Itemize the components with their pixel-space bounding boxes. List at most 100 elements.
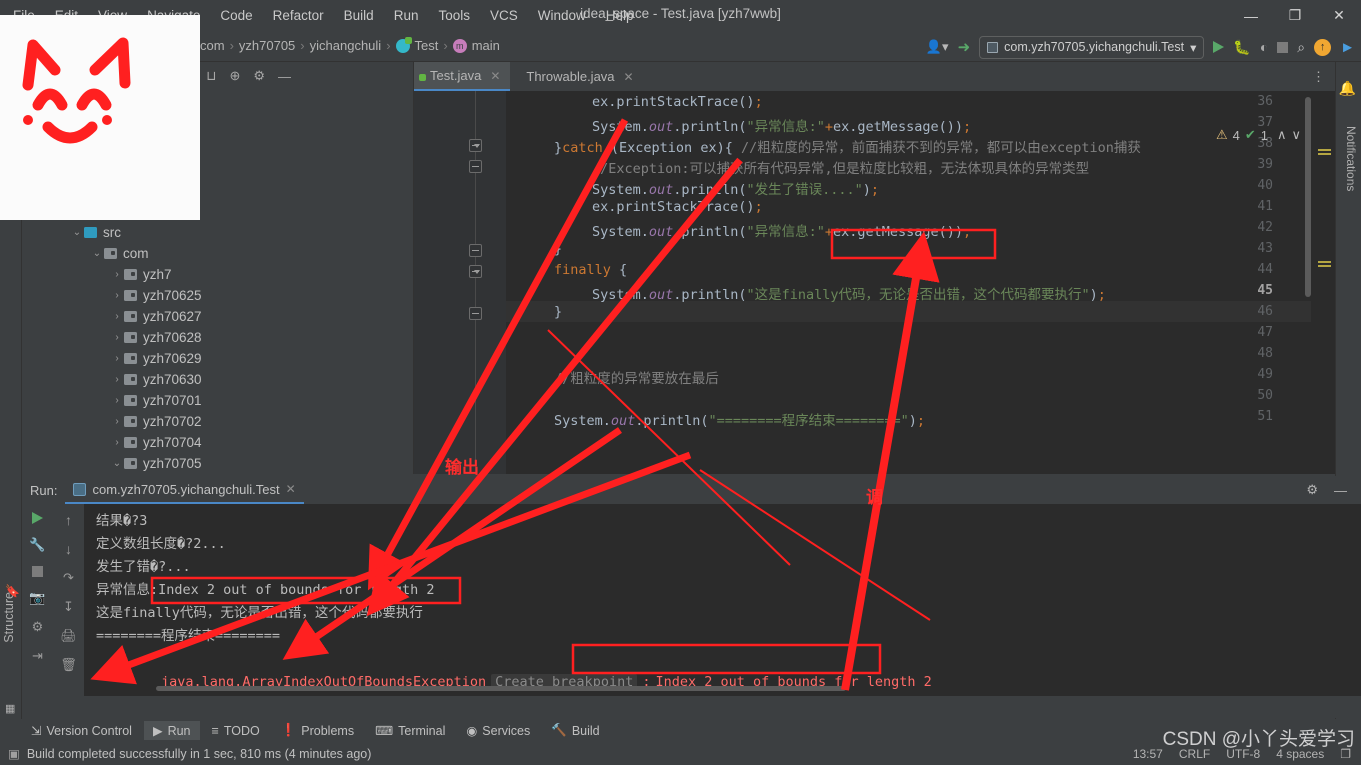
hide-icon[interactable]: — bbox=[278, 69, 291, 84]
debug-icon[interactable]: 🐛 bbox=[1233, 39, 1250, 56]
run-toolbar[interactable]: 👤▾ ➜ com.yzh70705.yichangchuli.Test ▾ 🐛 … bbox=[926, 35, 1355, 59]
up-icon[interactable]: ↑ bbox=[65, 512, 72, 528]
chevron-right-icon[interactable]: › bbox=[110, 332, 124, 343]
thread-dump-icon[interactable]: ⚙ bbox=[32, 619, 44, 635]
error-stripe-mark[interactable] bbox=[1318, 153, 1331, 155]
tool-tab-todo[interactable]: ≡ TODO bbox=[203, 722, 269, 740]
chevron-right-icon[interactable]: › bbox=[110, 416, 124, 427]
next-problem-icon[interactable]: ∨ bbox=[1291, 127, 1301, 143]
console-hscrollbar[interactable] bbox=[156, 686, 846, 691]
update-icon[interactable]: ↑ bbox=[1314, 38, 1332, 56]
code-line-43[interactable]: } bbox=[554, 241, 562, 257]
run-actions-column[interactable]: 🔧 📷 ⚙ ⇥ bbox=[22, 504, 53, 718]
stop-icon[interactable] bbox=[32, 566, 43, 577]
profile-icon[interactable]: ► bbox=[1340, 39, 1355, 56]
code-line-38[interactable]: }catch (Exception ex){ //粗粒度的异常，前面捕获不到的异… bbox=[554, 136, 1141, 156]
chevron-right-icon[interactable]: › bbox=[110, 353, 124, 364]
chevron-right-icon[interactable]: › bbox=[110, 311, 124, 322]
breadcrumb-com[interactable]: com bbox=[200, 38, 225, 53]
tree-item-yzh70630[interactable]: › yzh70630 bbox=[22, 369, 413, 390]
menu-item-run[interactable]: Run bbox=[391, 7, 422, 24]
tree-item-yzh70627[interactable]: › yzh70627 bbox=[22, 306, 413, 327]
project-tree[interactable]: ⌄ src ⌄ com › yzh7 › yzh70625 › yzh70627… bbox=[22, 222, 413, 474]
editor-tab-bar[interactable]: Test.java ✕ Throwable.java ✕ ⋮ bbox=[414, 62, 1335, 91]
run-configuration-selector[interactable]: com.yzh70705.yichangchuli.Test ▾ bbox=[979, 35, 1205, 59]
right-tab-notifications[interactable]: Notifications bbox=[1344, 126, 1358, 191]
chevron-right-icon[interactable]: › bbox=[110, 374, 124, 385]
code-line-41[interactable]: ex.printStackTrace(); bbox=[592, 199, 763, 215]
collapse-all-icon[interactable]: ⊕ bbox=[229, 68, 240, 84]
tree-item-yzh70704[interactable]: › yzh70704 bbox=[22, 432, 413, 453]
chevron-right-icon[interactable]: › bbox=[110, 269, 124, 280]
tool-tab-build[interactable]: 🔨 Build bbox=[542, 721, 608, 740]
project-toolbar[interactable]: ⦻ ⊔ ⊕ ⚙ — bbox=[185, 68, 291, 84]
menu-item-tools[interactable]: Tools bbox=[435, 7, 473, 24]
window-controls[interactable]: — ❐ ✕ bbox=[1229, 0, 1361, 31]
tree-item-yzh7[interactable]: › yzh7 bbox=[22, 264, 413, 285]
screenshot-icon[interactable]: 📷 bbox=[29, 590, 45, 606]
fold-marker[interactable] bbox=[469, 139, 482, 152]
tool-tab-terminal[interactable]: ⌨ Terminal bbox=[366, 721, 454, 740]
menu-item-code[interactable]: Code bbox=[217, 7, 255, 24]
maximize-button[interactable]: ❐ bbox=[1273, 0, 1317, 31]
tree-item-src[interactable]: ⌄ src bbox=[22, 222, 413, 243]
gear-icon[interactable]: ⚙ bbox=[1306, 482, 1318, 498]
minimize-button[interactable]: — bbox=[1229, 0, 1273, 31]
editor-gutter[interactable] bbox=[414, 91, 506, 474]
editor-scrollbar[interactable] bbox=[1305, 97, 1311, 297]
tree-item-yzh70702[interactable]: › yzh70702 bbox=[22, 411, 413, 432]
user-icon[interactable]: 👤▾ bbox=[926, 39, 949, 55]
inspection-widget[interactable]: ⚠ 4 ✔ 1 ∧ ∨ bbox=[1216, 127, 1301, 143]
close-icon[interactable]: ✕ bbox=[490, 69, 500, 83]
search-icon[interactable]: ⌕ bbox=[1297, 39, 1305, 56]
vcs-update-icon[interactable]: ➜ bbox=[958, 38, 971, 56]
menu-item-refactor[interactable]: Refactor bbox=[270, 7, 327, 24]
editor-tabs-more-button[interactable]: ⋮ bbox=[1312, 62, 1335, 91]
minimize-icon[interactable]: — bbox=[1334, 483, 1347, 498]
tool-tab-problems[interactable]: ❗ Problems bbox=[272, 721, 363, 740]
chevron-down-icon[interactable]: ⌄ bbox=[110, 458, 124, 469]
breadcrumb-yzh70705[interactable]: yzh70705 bbox=[239, 38, 295, 53]
prev-problem-icon[interactable]: ∧ bbox=[1277, 127, 1287, 143]
chevron-right-icon[interactable]: › bbox=[110, 437, 124, 448]
tool-tab-run[interactable]: ▶ Run bbox=[143, 721, 200, 740]
bell-icon[interactable]: 🔔 bbox=[1339, 80, 1356, 97]
breadcrumb-test[interactable]: Test bbox=[415, 38, 439, 53]
close-icon[interactable]: ✕ bbox=[624, 70, 634, 84]
close-button[interactable]: ✕ bbox=[1317, 0, 1361, 31]
code-line-44[interactable]: finally { bbox=[554, 262, 627, 278]
chevron-down-icon[interactable]: ⌄ bbox=[90, 248, 104, 259]
fold-marker[interactable] bbox=[469, 265, 482, 278]
run-console-toolbar[interactable]: 🔧 📷 ⚙ ⇥ ↑ ↓ ↷ ↧ 🖨 🗑 bbox=[22, 504, 84, 718]
tree-item-com[interactable]: ⌄ com bbox=[22, 243, 413, 264]
code-line-50[interactable]: System.out.println("========程序结束========… bbox=[554, 409, 925, 429]
run-icon[interactable] bbox=[1213, 41, 1225, 53]
run-tab[interactable]: com.yzh70705.yichangchuli.Test ✕ bbox=[65, 476, 304, 504]
rerun-icon[interactable] bbox=[32, 512, 43, 524]
console-exception-line[interactable]: java.lang.ArrayIndexOutOfBoundsException… bbox=[96, 648, 1361, 690]
tree-item-yzh70628[interactable]: › yzh70628 bbox=[22, 327, 413, 348]
tree-item-yzh70625[interactable]: › yzh70625 bbox=[22, 285, 413, 306]
breadcrumb-main[interactable]: main bbox=[472, 38, 500, 53]
code-line-46[interactable]: } bbox=[554, 304, 562, 320]
console-output[interactable]: 结果�?3 定义数组长度�?2... 发生了错�?... 异常信息:Index … bbox=[84, 504, 1361, 696]
fold-marker[interactable] bbox=[469, 244, 482, 257]
soft-wrap-icon[interactable]: ↷ bbox=[63, 570, 74, 586]
restore-layout-icon[interactable]: ⇥ bbox=[32, 648, 43, 664]
code-line-37[interactable]: System.out.println("异常信息:"+ex.getMessage… bbox=[592, 115, 971, 135]
down-icon[interactable]: ↓ bbox=[65, 541, 72, 557]
run-window-actions[interactable]: ⚙ — bbox=[1306, 482, 1361, 498]
menu-item-build[interactable]: Build bbox=[341, 7, 377, 24]
tree-item-yzh70629[interactable]: › yzh70629 bbox=[22, 348, 413, 369]
menu-item-window[interactable]: Window bbox=[535, 7, 589, 24]
scroll-to-end-icon[interactable]: ↧ bbox=[63, 599, 74, 615]
code-line-39[interactable]: //Exception:可以捕获所有代码异常,但是粒度比较粗，无法体现具体的异常… bbox=[592, 157, 1089, 177]
code-line-36[interactable]: ex.printStackTrace(); bbox=[592, 94, 763, 110]
breadcrumb[interactable]: com › yzh70705 › yichangchuli › Test › m… bbox=[200, 36, 500, 53]
tool-window-tab-bar[interactable]: ⇲ Version Control ▶ Run ≡ TODO ❗ Problems ⌨ T… bbox=[0, 719, 1361, 742]
stop-icon[interactable] bbox=[1277, 41, 1289, 53]
expand-all-icon[interactable]: ⊔ bbox=[206, 68, 216, 84]
code-line-42[interactable]: System.out.println("异常信息:"+ex.getMessage… bbox=[592, 220, 971, 240]
editor-tab-test-java[interactable]: Test.java ✕ bbox=[414, 62, 511, 91]
menu-item-help[interactable]: Help bbox=[603, 7, 637, 24]
